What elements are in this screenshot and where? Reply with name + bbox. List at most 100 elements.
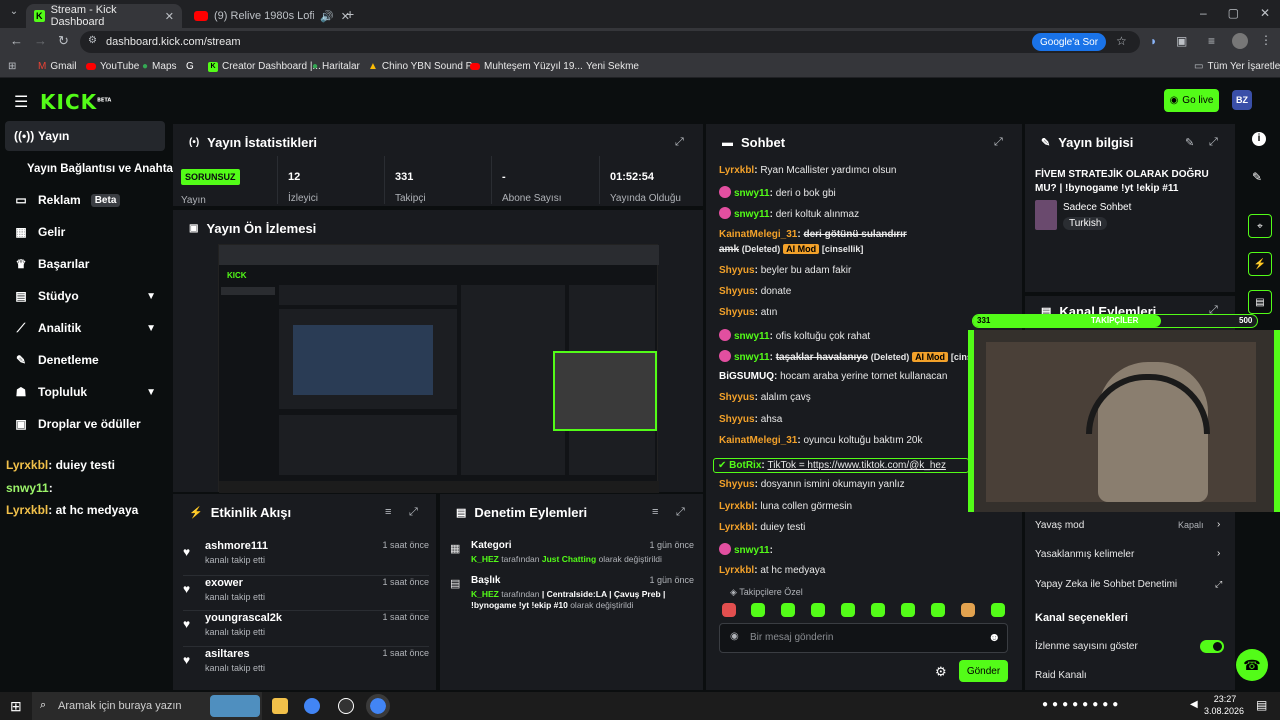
chat-username[interactable]: snwy11 (734, 209, 770, 220)
chat-username[interactable]: Shyyus (719, 479, 755, 490)
emote-button[interactable] (901, 603, 915, 617)
emote-button[interactable] (751, 603, 765, 617)
chat-username[interactable]: Lyrxkbl (719, 501, 754, 512)
chat-username[interactable]: Lyrxkbl (719, 522, 754, 533)
sidebar-item-topluluk[interactable]: ☗ Topluluk ▼ (0, 377, 170, 407)
popout-icon[interactable]: ⤢ (409, 506, 418, 519)
help-headset-button[interactable]: ☎ (1236, 649, 1268, 681)
chat-username[interactable]: BotRix (729, 460, 761, 471)
extension-icon[interactable]: ◗ (1150, 34, 1157, 48)
preview-video[interactable]: KICK (218, 244, 659, 493)
bookmark-gmail[interactable]: M Gmail (38, 61, 76, 72)
all-bookmarks[interactable]: ▭ Tüm Yer İşaretleri (1194, 61, 1280, 72)
bookmark-google[interactable]: G (186, 61, 194, 72)
sidebar-item-studyo[interactable]: ▤ Stüdyo ▼ (0, 281, 170, 311)
browser-menu-icon[interactable]: ⋮ (1260, 33, 1272, 47)
popout-icon[interactable]: ⤢ (1209, 136, 1218, 149)
sidebar-item-stream-key[interactable]: Yayın Bağlantısı ve Anahtarı (0, 154, 181, 184)
send-button[interactable]: Gönder (959, 660, 1008, 682)
target-icon[interactable]: ⌖ (1248, 214, 1272, 238)
emote-button[interactable] (841, 603, 855, 617)
close-tab-icon[interactable]: ✕ (165, 10, 174, 23)
emote-button[interactable] (961, 603, 975, 617)
chat-input[interactable]: ◉ Bir mesaj gönderin ☻ (719, 623, 1008, 653)
bookmark-new-tab[interactable]: Yeni Sekme (586, 61, 639, 72)
emote-button[interactable] (931, 603, 945, 617)
chat-username[interactable]: Lyrxkbl (719, 165, 754, 176)
tray-icons[interactable]: ●●●●●●●● (1042, 699, 1122, 710)
ai-moderation-row[interactable]: Yapay Zeka ile Sohbet Denetimi ⤢ (1035, 579, 1227, 590)
chat-username[interactable]: KainatMelegi_31 (719, 435, 797, 446)
back-icon[interactable]: ← (10, 33, 23, 48)
popout-icon[interactable]: ⤢ (675, 136, 684, 149)
hamburger-menu-icon[interactable]: ☰ (14, 92, 28, 112)
notification-icon[interactable]: ▤ (1256, 698, 1267, 712)
edit-pencil-icon[interactable]: ✎ (1252, 170, 1262, 184)
new-tab-button[interactable]: + (346, 6, 354, 22)
apps-grid-icon[interactable]: ⊞ (8, 61, 16, 72)
tab-search-icon[interactable]: ⌄ (6, 6, 22, 22)
reload-icon[interactable]: ↻ (58, 33, 69, 49)
clock-time[interactable]: 23:27 (1207, 694, 1243, 704)
filter-icon[interactable]: ≡ (652, 506, 658, 518)
chat-username[interactable]: Shyyus (719, 286, 755, 297)
viewcount-toggle[interactable] (1200, 640, 1224, 653)
chat-settings-gear-icon[interactable]: ⚙ (935, 664, 947, 680)
bookmark-maps[interactable]: ● Maps (142, 61, 177, 72)
edit-pencil-icon[interactable]: ✎ (1185, 136, 1194, 149)
chat-username[interactable]: Shyyus (719, 307, 755, 318)
lightning-icon[interactable]: ⚡ (1248, 252, 1272, 276)
chrome-active-icon[interactable] (366, 694, 390, 718)
sidebar-item-denetleme[interactable]: ✎ Denetleme (0, 345, 170, 375)
sidebar-item-analitik[interactable]: ⟋ Analitik ▼ (0, 313, 170, 343)
bookmark-haritalar[interactable]: ● Haritalar (312, 61, 360, 72)
go-live-button[interactable]: ◉ Go live (1164, 89, 1219, 112)
close-window-icon[interactable]: ✕ (1260, 6, 1270, 20)
document-icon[interactable]: ▤ (1248, 290, 1272, 314)
sidebar-item-basarilar[interactable]: ♛ Başarılar (0, 249, 170, 279)
sidebar-item-droplar[interactable]: ▣ Droplar ve ödüller (0, 409, 170, 439)
info-icon[interactable]: i (1252, 132, 1266, 146)
bookmark-muhtesem[interactable]: Muhteşem Yüzyıl 19... (470, 61, 583, 72)
extensions-puzzle-icon[interactable]: ▣ (1176, 34, 1187, 48)
site-info-icon[interactable]: ⚙ (88, 35, 97, 46)
emote-button[interactable] (811, 603, 825, 617)
sidebar-item-yayin[interactable]: ((•)) Yayın (5, 121, 165, 151)
bookmark-youtube[interactable]: YouTube (86, 61, 139, 72)
bookmark-star-icon[interactable]: ☆ (1116, 34, 1127, 48)
profile-avatar[interactable] (1232, 33, 1248, 49)
forward-icon[interactable]: → (34, 33, 47, 48)
chat-username[interactable]: Lyrxkbl (719, 565, 754, 576)
emoji-icon[interactable]: ☻ (988, 630, 1001, 644)
emote-button[interactable] (781, 603, 795, 617)
obs-icon[interactable] (338, 698, 354, 714)
tab-kick-dashboard[interactable]: K Stream - Kick Dashboard ✕ (26, 4, 182, 28)
chat-username[interactable]: Shyyus (719, 392, 755, 403)
popout-icon[interactable]: ⤢ (994, 136, 1003, 149)
windows-start-icon[interactable]: ⊞ (10, 698, 22, 715)
chrome-icon[interactable] (304, 698, 320, 714)
reading-list-icon[interactable]: ≡ (1208, 34, 1215, 48)
user-avatar[interactable]: BZ (1232, 90, 1252, 110)
filter-icon[interactable]: ≡ (385, 506, 391, 518)
chat-username[interactable]: snwy11 (734, 331, 770, 342)
slow-mode-row[interactable]: Yavaş mod Kapalı › (1035, 519, 1227, 531)
chat-username[interactable]: snwy11 (734, 545, 770, 556)
popout-icon[interactable]: ⤢ (676, 506, 685, 519)
emote-button[interactable] (991, 603, 1005, 617)
sidebar-item-gelir[interactable]: ▦ Gelir (0, 217, 170, 247)
tab-youtube[interactable]: (9) Relive 1980s Lofi City Vi 🔊 ✕ (186, 4, 358, 28)
emote-button[interactable] (722, 603, 736, 617)
banned-words-row[interactable]: Yasaklanmış kelimeler › (1035, 548, 1227, 560)
chat-username[interactable]: Shyyus (719, 414, 755, 425)
chat-text[interactable]: TikTok = https://www.tiktok.com/@k_hez (768, 460, 946, 471)
url-bar[interactable]: ⚙ dashboard.kick.com/stream Google'a Sor… (80, 31, 1140, 53)
maximize-icon[interactable]: ▢ (1228, 6, 1239, 20)
chat-username[interactable]: snwy11 (734, 352, 770, 363)
language-tag[interactable]: Turkish (1063, 217, 1108, 230)
emote-button[interactable] (871, 603, 885, 617)
chat-username[interactable]: Shyyus (719, 265, 755, 276)
taskbar-search[interactable]: ⌕ Aramak için buraya yazın (32, 692, 262, 720)
bookmark-creator-dashboard[interactable]: K Creator Dashboard |... (208, 61, 321, 72)
chat-username[interactable]: BiGSUMUQ (719, 371, 774, 382)
